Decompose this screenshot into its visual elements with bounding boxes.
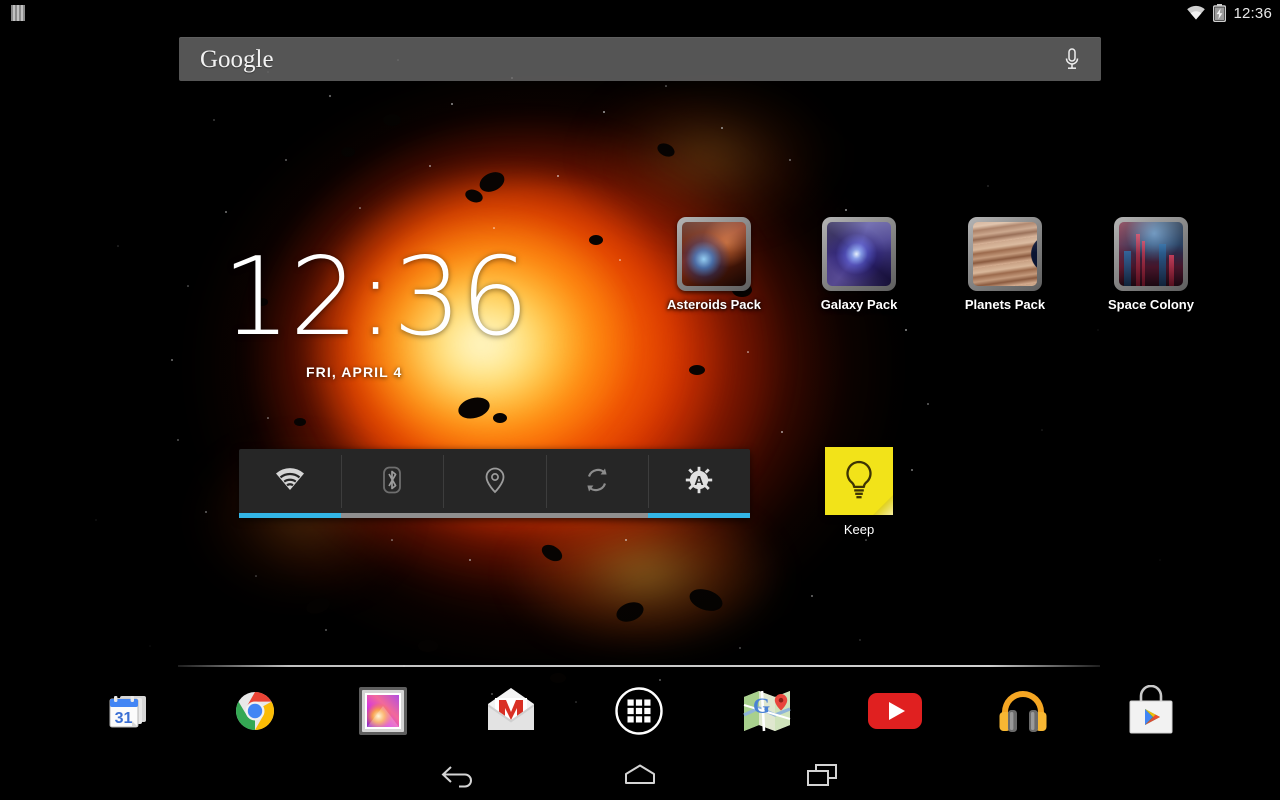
- toggle-brightness[interactable]: A: [647, 449, 751, 518]
- gas-giant-planet-thumbnail: [973, 222, 1037, 286]
- nav-recents-button[interactable]: [795, 755, 849, 795]
- dock-item-all-apps[interactable]: [602, 676, 676, 746]
- shortcut-icon-frame: [1114, 217, 1188, 291]
- dock-item-gmail[interactable]: [474, 676, 548, 746]
- clock-date: FRI, APRIL 4: [306, 364, 403, 380]
- shortcut-icon-frame: [968, 217, 1042, 291]
- shortcut-label: Asteroids Pack: [667, 297, 761, 312]
- dock-item-chrome[interactable]: [218, 676, 292, 746]
- status-bar[interactable]: 12:36: [0, 0, 1280, 26]
- toggle-bluetooth[interactable]: [341, 449, 444, 518]
- headphones-icon: [999, 691, 1047, 732]
- shortcut-icon-frame: [677, 217, 751, 291]
- shortcut-galaxy-pack[interactable]: Galaxy Pack: [801, 217, 917, 312]
- toggle-state-bar: [443, 513, 546, 518]
- toggle-location[interactable]: [443, 449, 546, 518]
- icon-gloss: [682, 222, 746, 253]
- shortcut-asteroids-pack[interactable]: Asteroids Pack: [656, 217, 772, 312]
- maps-icon: G: [743, 690, 791, 732]
- wifi-icon: [1187, 5, 1206, 20]
- battery-charging-icon: [1213, 4, 1227, 22]
- status-bar-right-cluster[interactable]: 12:36: [1186, 0, 1272, 26]
- keep-label: Keep: [843, 522, 875, 537]
- voice-search-button[interactable]: [1061, 45, 1083, 73]
- wallpaper-vignette: [0, 0, 1280, 760]
- chrome-icon: [236, 692, 274, 730]
- play-store-bag-icon: [1129, 685, 1173, 734]
- sim-card-icon: [11, 5, 25, 21]
- shortcut-label: Planets Pack: [964, 297, 1046, 312]
- toggle-state-bar: [647, 513, 751, 518]
- dock-item-youtube[interactable]: [858, 676, 932, 746]
- gallery-icon: [359, 687, 407, 735]
- sync-arrows-icon: [587, 468, 607, 491]
- bluetooth-icon: [383, 466, 402, 493]
- clock-time: 12:36: [222, 235, 529, 360]
- gmail-icon: [488, 688, 534, 730]
- shortcut-icon-frame: [822, 217, 896, 291]
- shortcut-planets-pack[interactable]: Planets Pack: [947, 217, 1063, 312]
- svg-text:A: A: [694, 473, 704, 488]
- clock-widget[interactable]: 12:36 FRI, APRIL 4: [222, 235, 529, 381]
- lightbulb-note-icon: [846, 460, 872, 499]
- asteroids-nebula-thumbnail: [682, 222, 746, 286]
- keep-widget[interactable]: Keep: [801, 447, 917, 537]
- keep-note-surface[interactable]: [825, 447, 893, 515]
- svg-text:31: 31: [115, 710, 133, 727]
- auto-brightness-icon: A: [685, 466, 713, 493]
- icon-gloss: [827, 222, 891, 253]
- google-search-bar[interactable]: Google: [179, 37, 1101, 81]
- toggle-state-bar: [545, 513, 648, 518]
- dock-item-play-music[interactable]: [986, 676, 1060, 746]
- wallpaper: [0, 0, 1280, 760]
- location-pin-icon: [485, 467, 504, 493]
- nav-back-button[interactable]: [431, 755, 485, 795]
- back-arrow-icon: [441, 766, 472, 788]
- power-control-widget[interactable]: A: [239, 449, 751, 518]
- toggle-sync[interactable]: [545, 449, 648, 518]
- dock: 31 G: [0, 676, 1280, 750]
- futuristic-city-thumbnail: [1119, 222, 1183, 286]
- toggle-state-bar: [239, 513, 342, 518]
- icon-gloss: [1119, 222, 1183, 253]
- google-logo-text: Google: [200, 45, 274, 73]
- dock-item-calendar[interactable]: 31: [91, 676, 165, 746]
- youtube-icon: [868, 693, 922, 729]
- icon-gloss: [973, 222, 1037, 253]
- recent-apps-icon: [807, 764, 837, 786]
- microphone-icon: [1065, 48, 1079, 69]
- toggle-wifi[interactable]: [239, 449, 342, 518]
- svg-text:G: G: [753, 693, 770, 718]
- calendar-icon: 31: [109, 696, 146, 728]
- wifi-icon: [276, 467, 305, 490]
- dock-item-maps[interactable]: G: [730, 676, 804, 746]
- spiral-galaxy-thumbnail: [827, 222, 891, 286]
- navigation-bar: [0, 750, 1280, 800]
- shortcut-label: Space Colony: [1108, 297, 1194, 312]
- toggle-state-bar: [341, 513, 444, 518]
- dock-item-play-store[interactable]: [1114, 676, 1188, 746]
- all-apps-grid-icon: [615, 687, 663, 735]
- dock-divider: [178, 665, 1100, 667]
- dock-item-gallery[interactable]: [346, 676, 420, 746]
- shortcut-space-colony[interactable]: Space Colony: [1093, 217, 1209, 312]
- shortcut-label: Galaxy Pack: [820, 297, 898, 312]
- status-bar-clock: 12:36: [1233, 4, 1272, 22]
- nav-home-button[interactable]: [613, 755, 667, 795]
- home-icon: [625, 764, 655, 784]
- android-home-screen: 12:36 Google 12:36 FRI, APRIL 4 Asteroid…: [0, 0, 1280, 800]
